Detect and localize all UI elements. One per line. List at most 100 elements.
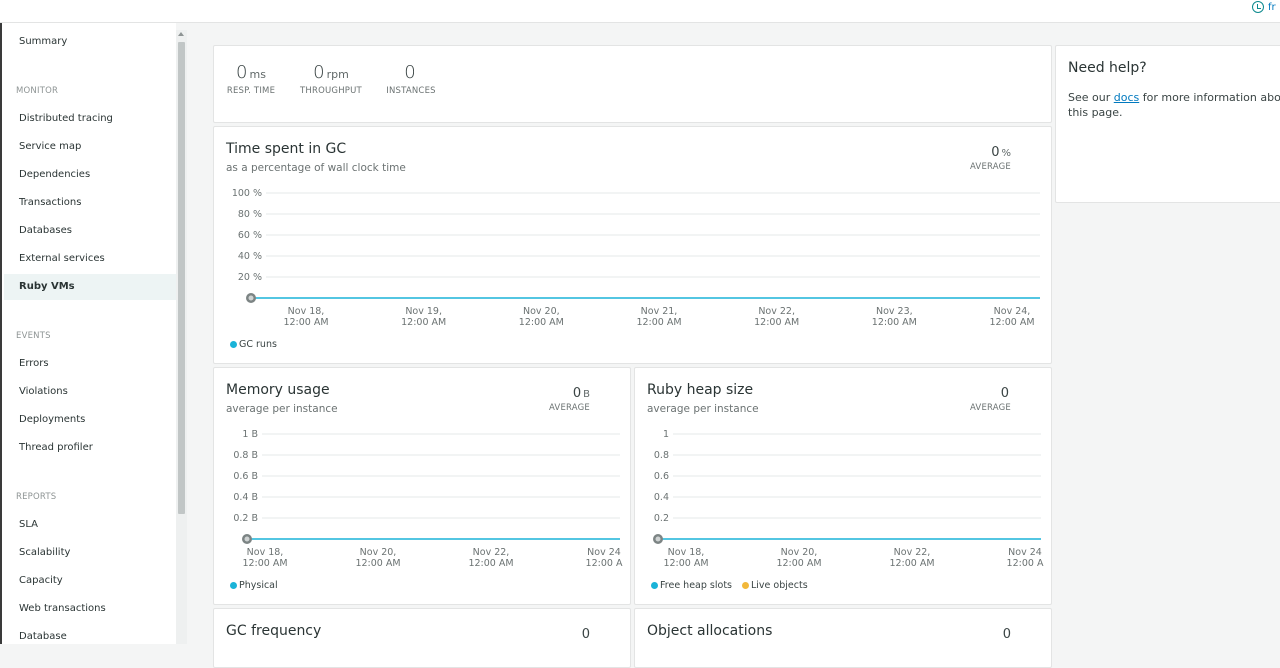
scroll-up-arrow-icon[interactable] bbox=[178, 32, 184, 36]
sidebar-item-transactions[interactable]: Transactions bbox=[4, 190, 178, 216]
chart-title: Time spent in GC bbox=[226, 141, 347, 157]
x-tick-label: 12:00 AM bbox=[872, 317, 917, 328]
time-picker[interactable]: fr bbox=[1252, 0, 1276, 14]
chart-average: 0 bbox=[582, 623, 590, 642]
legend-dot-icon bbox=[651, 582, 658, 589]
average-unit: B bbox=[583, 389, 590, 400]
top-bar: fr bbox=[0, 0, 1280, 23]
docs-link[interactable]: docs bbox=[1114, 91, 1140, 104]
sidebar-item-databases[interactable]: Databases bbox=[4, 218, 178, 244]
sidebar: Summary MONITOR Distributed tracing Serv… bbox=[0, 23, 178, 644]
sidebar-item-service-map[interactable]: Service map bbox=[4, 134, 178, 160]
y-tick-label: 60 % bbox=[238, 230, 262, 241]
help-text: See our docs for more information about … bbox=[1068, 90, 1280, 120]
x-tick-label: 12:00 A bbox=[1007, 558, 1044, 569]
x-tick-label: 12:00 AM bbox=[519, 317, 564, 328]
sidebar-item-capacity[interactable]: Capacity bbox=[4, 568, 178, 594]
chart-average: 0B AVERAGE bbox=[549, 382, 590, 413]
x-tick-label: 12:00 AM bbox=[663, 558, 708, 569]
x-tick-label: Nov 21, bbox=[641, 306, 678, 317]
x-tick-label: 12:00 AM bbox=[242, 558, 287, 569]
y-tick-label: 100 % bbox=[232, 188, 262, 199]
sidebar-item-errors[interactable]: Errors bbox=[4, 351, 178, 377]
x-tick-label: Nov 24 bbox=[1008, 547, 1042, 558]
average-label: AVERAGE bbox=[969, 403, 1011, 413]
y-tick-label: 1 bbox=[663, 429, 669, 440]
sidebar-item-web-transactions[interactable]: Web transactions bbox=[4, 596, 178, 622]
average-value: 0 bbox=[581, 627, 590, 642]
legend-label: Free heap slots bbox=[660, 580, 732, 591]
sidebar-item-summary[interactable]: Summary bbox=[4, 29, 178, 55]
ruby-heap-card: Ruby heap size average per instance 0 AV… bbox=[634, 367, 1052, 605]
legend-item[interactable]: Live objects bbox=[742, 580, 808, 591]
x-tick-label: Nov 18, bbox=[288, 306, 325, 317]
legend-item[interactable]: GC runs bbox=[230, 339, 277, 350]
metric-value: 0 bbox=[313, 62, 325, 83]
x-tick-label: 12:00 AM bbox=[989, 317, 1034, 328]
zero-marker-inner bbox=[248, 295, 254, 301]
sidebar-item-deployments[interactable]: Deployments bbox=[4, 407, 178, 433]
sidebar-item-ruby-vms[interactable]: Ruby VMs bbox=[4, 274, 178, 300]
metric-label: RESP. TIME bbox=[226, 86, 276, 96]
sidebar-item-distributed-tracing[interactable]: Distributed tracing bbox=[4, 106, 178, 132]
chart-average: 0% AVERAGE bbox=[970, 141, 1011, 172]
section-monitor: MONITOR bbox=[16, 86, 59, 96]
memory-usage-chart[interactable]: 1 B0.8 B0.6 B0.4 B0.2 BNov 18,12:00 AMNo… bbox=[214, 424, 632, 574]
sidebar-item-scalability[interactable]: Scalability bbox=[4, 540, 178, 566]
sidebar-item-external-services[interactable]: External services bbox=[4, 246, 178, 272]
x-tick-label: Nov 20, bbox=[360, 547, 397, 558]
sidebar-item-thread-profiler[interactable]: Thread profiler bbox=[4, 435, 178, 461]
x-tick-label: Nov 18, bbox=[668, 547, 705, 558]
chart-title: GC frequency bbox=[226, 623, 322, 639]
section-events: EVENTS bbox=[16, 331, 51, 341]
y-tick-label: 80 % bbox=[238, 209, 262, 220]
x-tick-label: 12:00 AM bbox=[401, 317, 446, 328]
average-label: AVERAGE bbox=[548, 403, 590, 413]
sidebar-item-violations[interactable]: Violations bbox=[4, 379, 178, 405]
y-tick-label: 40 % bbox=[238, 251, 262, 262]
legend-item[interactable]: Physical bbox=[230, 580, 278, 591]
y-tick-label: 0.2 B bbox=[233, 513, 258, 524]
legend-dot-icon bbox=[230, 582, 237, 589]
chart-legend: Free heap slots Live objects bbox=[651, 580, 808, 591]
clock-icon bbox=[1252, 1, 1264, 13]
gc-frequency-card: GC frequency 0 bbox=[213, 608, 631, 668]
x-tick-label: Nov 18, bbox=[247, 547, 284, 558]
chart-subtitle: average per instance bbox=[647, 403, 759, 415]
gc-time-chart[interactable]: 100 %80 %60 %40 %20 %Nov 18,12:00 AMNov … bbox=[214, 183, 1053, 333]
x-tick-label: 12:00 AM bbox=[355, 558, 400, 569]
metric-unit: rpm bbox=[326, 68, 349, 81]
legend-item[interactable]: Free heap slots bbox=[651, 580, 732, 591]
x-tick-label: Nov 23, bbox=[876, 306, 913, 317]
x-tick-label: 12:00 AM bbox=[889, 558, 934, 569]
sidebar-item-database[interactable]: Database bbox=[4, 624, 178, 650]
chart-subtitle: average per instance bbox=[226, 403, 338, 415]
x-tick-label: 12:00 AM bbox=[636, 317, 681, 328]
help-title: Need help? bbox=[1068, 60, 1147, 76]
legend-dot-icon bbox=[742, 582, 749, 589]
x-tick-label: 12:00 A bbox=[586, 558, 623, 569]
chart-legend: GC runs bbox=[230, 339, 277, 350]
time-picker-label: fr bbox=[1268, 1, 1276, 13]
ruby-heap-chart[interactable]: 10.80.60.40.2Nov 18,12:00 AMNov 20,12:00… bbox=[635, 424, 1053, 574]
y-tick-label: 0.6 B bbox=[233, 471, 258, 482]
sidebar-item-dependencies[interactable]: Dependencies bbox=[4, 162, 178, 188]
chart-average: 0 bbox=[1003, 623, 1011, 642]
y-tick-label: 0.4 bbox=[654, 492, 669, 503]
x-tick-label: Nov 19, bbox=[405, 306, 442, 317]
average-value: 0 bbox=[572, 386, 582, 401]
y-tick-label: 0.2 bbox=[654, 513, 669, 524]
legend-label: GC runs bbox=[239, 339, 277, 350]
help-text-before: See our bbox=[1068, 91, 1114, 104]
legend-dot-icon bbox=[230, 341, 237, 348]
sidebar-scrollbar[interactable] bbox=[176, 30, 187, 644]
scrollbar-thumb[interactable] bbox=[178, 42, 185, 514]
y-tick-label: 0.8 B bbox=[233, 450, 258, 461]
sidebar-item-sla[interactable]: SLA bbox=[4, 512, 178, 538]
metric-value: 0 bbox=[236, 62, 248, 83]
average-label: AVERAGE bbox=[969, 162, 1011, 172]
y-tick-label: 0.8 bbox=[654, 450, 669, 461]
metric-unit: ms bbox=[249, 68, 266, 81]
zero-marker-inner bbox=[655, 536, 661, 542]
y-tick-label: 0.4 B bbox=[233, 492, 258, 503]
